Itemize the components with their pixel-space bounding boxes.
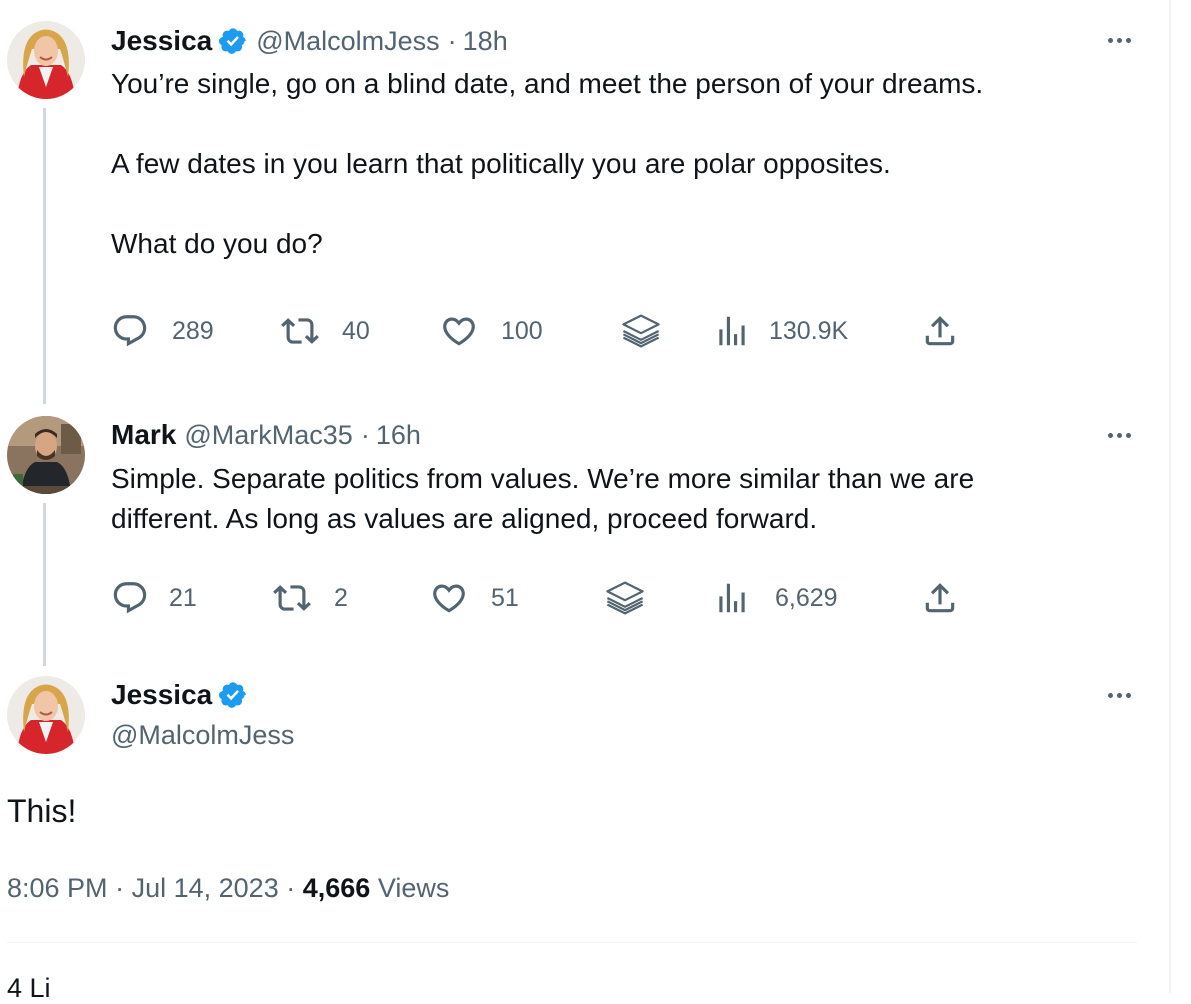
views-count: 130.9K: [769, 316, 849, 345]
tweet-header: Mark @MarkMac35 · 16h: [111, 416, 421, 454]
reply-count: 21: [169, 583, 197, 612]
thread-line: [43, 503, 46, 666]
like-count: 51: [491, 583, 519, 612]
meta-separator: ·: [360, 419, 370, 450]
share-icon: [925, 583, 955, 613]
author-handle[interactable]: @MalcolmJess: [111, 720, 294, 751]
tweet-timestamp-row: 8:06 PM · Jul 14, 2023 · 4,666 Views: [7, 873, 449, 904]
bookmark-button[interactable]: [619, 311, 663, 351]
repost-button[interactable]: 40: [281, 311, 370, 351]
views-count: 4,666: [302, 873, 371, 903]
tweet-text: Simple. Separate politics from values. W…: [111, 463, 975, 534]
author-name[interactable]: Jessica: [111, 25, 212, 57]
like-count: 100: [501, 316, 543, 345]
author-handle[interactable]: @MarkMac35: [184, 420, 352, 451]
tweet-actions: 289 40 100 130.9K: [111, 311, 991, 351]
focus-header: Jessica: [111, 676, 248, 714]
like-button[interactable]: 100: [440, 311, 543, 351]
views-label: Views: [377, 873, 450, 903]
reply-count: 289: [172, 316, 214, 345]
author-handle[interactable]: @MalcolmJess: [256, 26, 439, 57]
meta-separator: ·: [447, 25, 457, 56]
more-options-icon[interactable]: [1101, 685, 1137, 705]
views-button[interactable]: 6,629: [713, 578, 838, 618]
reply-button[interactable]: 21: [111, 578, 197, 618]
divider: [7, 942, 1137, 943]
bookmark-stack-icon: [622, 314, 660, 348]
share-icon: [925, 316, 955, 346]
repost-count: 40: [342, 316, 370, 345]
tweet-text: You’re single, go on a blind date, and m…: [111, 68, 984, 259]
verified-badge-icon[interactable]: [218, 680, 248, 710]
more-options-icon[interactable]: [1101, 30, 1137, 50]
like-icon: [433, 584, 465, 613]
likes-count-partial[interactable]: 4 Li: [7, 973, 51, 1004]
like-button[interactable]: 51: [430, 578, 519, 618]
avatar-jessica[interactable]: [7, 21, 85, 99]
tweet-time[interactable]: 8:06 PM: [7, 873, 108, 903]
views-chart-icon: [719, 316, 745, 346]
verified-badge-icon[interactable]: [218, 26, 248, 56]
share-button[interactable]: [921, 578, 959, 618]
author-name[interactable]: Jessica: [111, 679, 212, 711]
avatar-jessica-image: [7, 676, 85, 754]
repost-icon: [281, 318, 319, 344]
more-options-icon[interactable]: [1101, 425, 1137, 445]
bookmark-stack-icon: [606, 581, 644, 615]
author-name[interactable]: Mark: [111, 419, 176, 451]
avatar-mark[interactable]: [7, 416, 85, 494]
share-button[interactable]: [921, 311, 959, 351]
tweet-time[interactable]: 16h: [376, 420, 421, 451]
avatar-jessica-image: [7, 21, 85, 99]
thread-line: [43, 108, 46, 404]
tweet-date[interactable]: Jul 14, 2023: [132, 873, 279, 903]
meta-separator: ·: [286, 873, 296, 903]
views-count: 6,629: [775, 583, 838, 612]
reply-icon: [113, 315, 147, 347]
tweet-actions: 21 2 51 6,629: [111, 578, 991, 618]
repost-button[interactable]: 2: [273, 578, 348, 618]
avatar-mark-image: [7, 416, 85, 494]
like-icon: [443, 317, 475, 346]
tweet-header: Jessica @MalcolmJess · 18h: [111, 22, 508, 60]
reply-icon: [113, 582, 147, 614]
bookmark-button[interactable]: [603, 578, 647, 618]
focus-handle-row: @MalcolmJess: [111, 716, 294, 754]
focus-tweet-text: This!: [7, 793, 77, 829]
views-button[interactable]: 130.9K: [713, 311, 848, 351]
reply-button[interactable]: 289: [111, 311, 214, 351]
tweet-time[interactable]: 18h: [463, 26, 508, 57]
column-border: [1169, 0, 1171, 993]
repost-icon: [273, 585, 311, 611]
avatar-jessica[interactable]: [7, 676, 85, 754]
views-chart-icon: [719, 583, 745, 613]
meta-separator: ·: [115, 873, 125, 903]
repost-count: 2: [334, 583, 348, 612]
